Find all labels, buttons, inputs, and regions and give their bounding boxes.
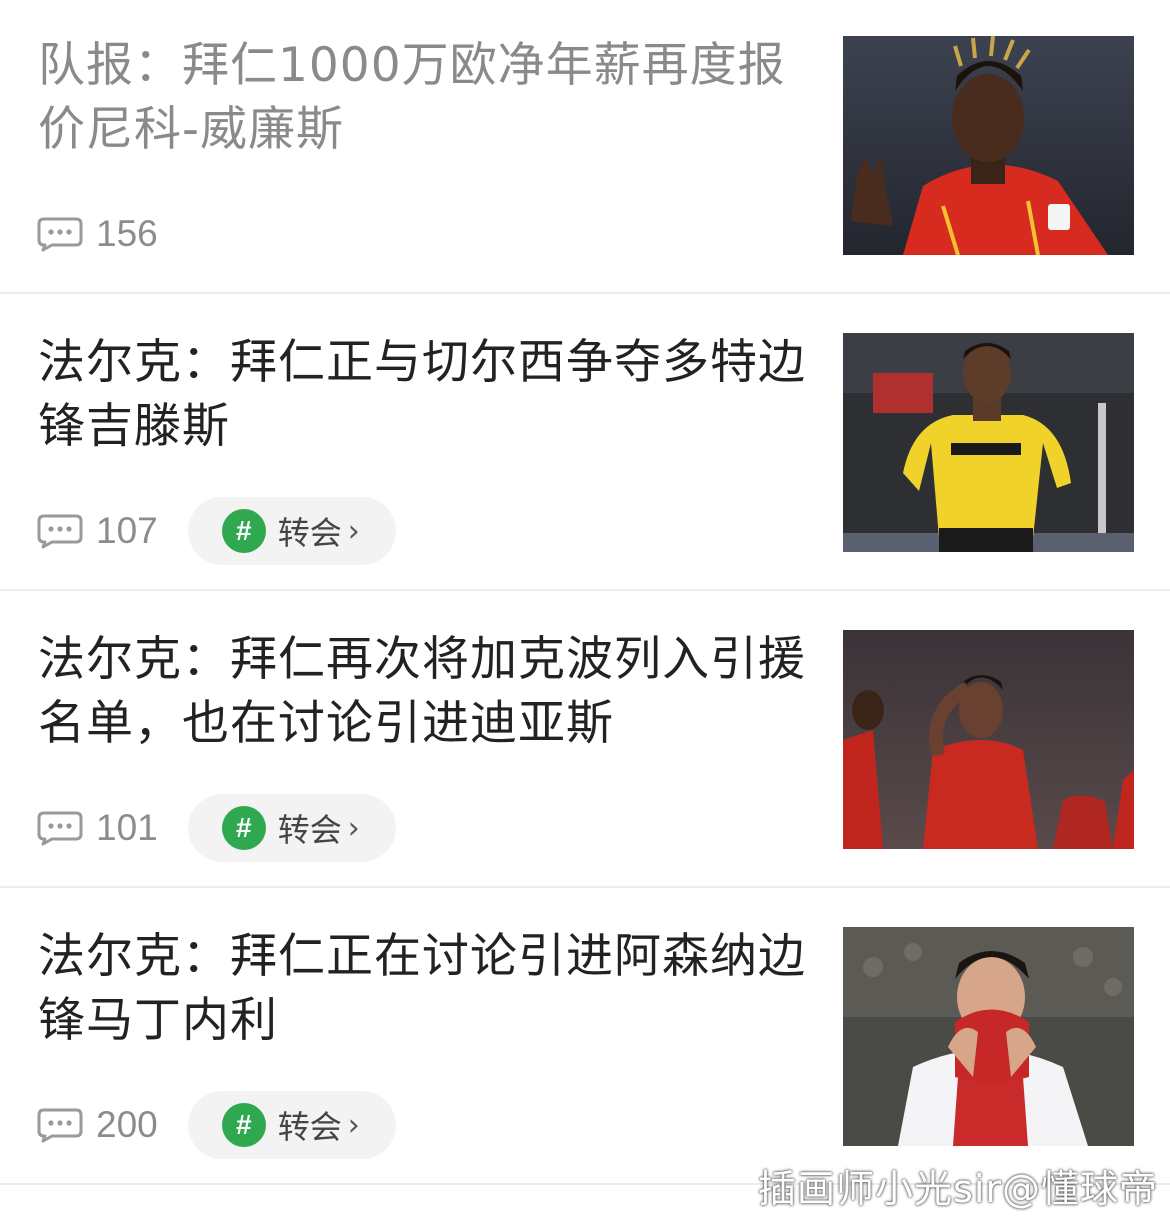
- news-item[interactable]: 队报：拜仁1000万欧净年薪再度报价尼科-威廉斯 156: [0, 0, 1170, 297]
- news-thumbnail[interactable]: [843, 36, 1134, 255]
- comment-icon: [37, 217, 83, 252]
- comment-icon: [37, 514, 83, 549]
- tag-transfer-button[interactable]: # 转会 ›: [187, 497, 396, 565]
- divider: [0, 292, 1170, 294]
- news-thumbnail[interactable]: [843, 630, 1134, 849]
- news-thumbnail[interactable]: [843, 927, 1134, 1146]
- divider: [0, 886, 1170, 888]
- comment-icon: [37, 1108, 83, 1143]
- news-meta: 200 # 转会 ›: [36, 1090, 396, 1160]
- news-meta: 156: [36, 199, 158, 269]
- comment-count: 200: [96, 1104, 158, 1145]
- hashtag-icon: #: [221, 806, 266, 850]
- news-thumbnail[interactable]: [843, 333, 1134, 552]
- news-title[interactable]: 法尔克：拜仁再次将加克波列入引援名单，也在讨论引进迪亚斯: [38, 628, 808, 756]
- comment-count: 107: [96, 510, 158, 551]
- comment-icon: [37, 811, 83, 846]
- hashtag-icon: #: [221, 1103, 266, 1147]
- chevron-right-icon: ›: [347, 513, 360, 549]
- hashtag-icon: #: [221, 509, 266, 553]
- tag-transfer-button[interactable]: # 转会 ›: [187, 794, 396, 862]
- news-item[interactable]: 法尔克：拜仁正与切尔西争夺多特边锋吉滕斯 107 # 转会 ›: [0, 297, 1170, 594]
- news-meta: 101 # 转会 ›: [36, 793, 396, 863]
- news-title[interactable]: 队报：拜仁1000万欧净年薪再度报价尼科-威廉斯: [38, 34, 808, 162]
- tag-label: 转会: [277, 811, 342, 849]
- comment-count: 101: [96, 807, 158, 848]
- chevron-right-icon: ›: [347, 1107, 360, 1143]
- chevron-right-icon: ›: [347, 810, 360, 846]
- news-item[interactable]: 法尔克：拜仁再次将加克波列入引援名单，也在讨论引进迪亚斯 101 # 转会 ›: [0, 594, 1170, 891]
- news-meta: 107 # 转会 ›: [36, 496, 396, 566]
- divider: [0, 589, 1170, 591]
- news-item[interactable]: 法尔克：拜仁正在讨论引进阿森纳边锋马丁内利 200 # 转会 ›: [0, 891, 1170, 1188]
- news-title[interactable]: 法尔克：拜仁正在讨论引进阿森纳边锋马丁内利: [38, 925, 808, 1053]
- watermark: 插画师小光sir@懂球帝: [758, 1167, 1158, 1211]
- tag-transfer-button[interactable]: # 转会 ›: [187, 1091, 396, 1159]
- tag-label: 转会: [277, 1108, 342, 1146]
- news-title[interactable]: 法尔克：拜仁正与切尔西争夺多特边锋吉滕斯: [38, 331, 808, 459]
- comment-count: 156: [96, 213, 158, 254]
- tag-label: 转会: [277, 514, 342, 552]
